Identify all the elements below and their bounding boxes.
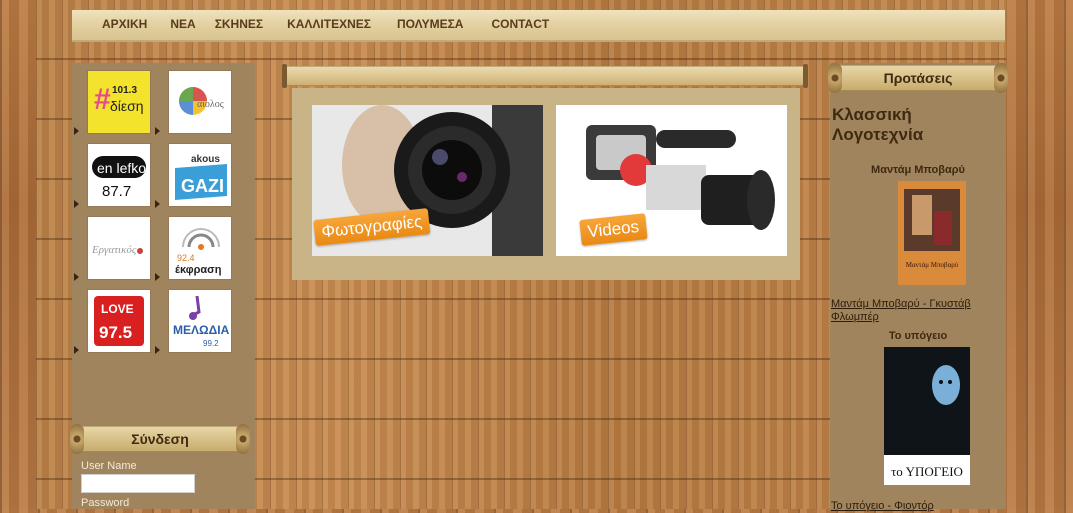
radio-logo-enlefko[interactable]: en lefko 87.7	[88, 144, 150, 206]
diesi-logo-icon: # 101.3 δίεση	[94, 83, 144, 116]
love-radio-logo-icon: LOVE 97.5	[94, 296, 144, 346]
nav-item-home[interactable]: ΑΡΧΙΚΗ	[102, 17, 147, 31]
arrow-icon	[155, 127, 160, 135]
radio-logo-gazi[interactable]: akous GAZI	[169, 144, 231, 206]
svg-text:97.5: 97.5	[99, 323, 132, 342]
login-title: Σύνδεση	[131, 431, 189, 447]
svg-text:GAZI: GAZI	[181, 176, 224, 196]
username-input[interactable]	[81, 474, 195, 493]
svg-text:Εργατικός: Εργατικός	[91, 244, 137, 256]
book-cover-ypogeio-icon: το ΥΠΟΓΕΙΟ	[884, 347, 970, 485]
svg-text:έκφραση: έκφραση	[175, 264, 222, 276]
username-label: User Name	[81, 460, 137, 472]
right-sidebar: Προτάσεις Κλασσική Λογοτεχνία Μαντάμ Μπο…	[828, 63, 1008, 512]
top-navigation: ΑΡΧΙΚΗ ΝΕΑ ΣΚΗΝΕΣ ΚΑΛΛΙΤΕΧΝΕΣ ΠΟΛΥΜΕΣΑ C…	[72, 10, 1005, 42]
radio-logo-love[interactable]: LOVE 97.5	[88, 290, 150, 352]
book-link-bovary[interactable]: Μαντάμ Μποβαρύ - Γκυστάβ Φλωμπέρ	[831, 298, 1005, 324]
svg-text:αιολος: αιολος	[197, 99, 224, 110]
nav-item-multimedia[interactable]: ΠΟΛΥΜΕΣΑ	[397, 17, 463, 31]
arrow-icon	[74, 127, 79, 135]
arrow-icon	[74, 200, 79, 208]
aiolos-logo-icon: αιολος	[179, 87, 224, 115]
arrow-icon	[155, 273, 160, 281]
svg-text:en lefko: en lefko	[97, 160, 146, 176]
nav-menu: ΑΡΧΙΚΗ ΝΕΑ ΣΚΗΝΕΣ ΚΑΛΛΙΤΕΧΝΕΣ ΠΟΛΥΜΕΣΑ C…	[102, 17, 549, 31]
nav-item-contact[interactable]: CONTACT	[491, 17, 549, 31]
svg-text:87.7: 87.7	[102, 183, 131, 200]
arrow-icon	[155, 346, 160, 354]
melodia-logo-icon: ΜΕΛΩΔΙΑ 99.2	[173, 295, 230, 348]
arrow-icon	[155, 200, 160, 208]
book-cover-ypogeio[interactable]: το ΥΠΟΓΕΙΟ	[884, 347, 970, 485]
svg-text:Μαντάμ Μποβαρύ: Μαντάμ Μποβαρύ	[906, 261, 959, 269]
gazi-logo-icon: akous GAZI	[175, 154, 227, 200]
svg-text:99.2: 99.2	[203, 339, 219, 348]
radio-logo-ergatikos[interactable]: Εργατικός	[88, 217, 150, 279]
suggestions-heading: Κλασσική Λογοτεχνία	[832, 105, 924, 144]
suggestions-title: Προτάσεις	[883, 70, 953, 86]
scroll-rod-icon	[282, 64, 287, 88]
ergatikos-logo-icon: Εργατικός	[91, 244, 143, 256]
svg-text:ΜΕΛΩΔΙΑ: ΜΕΛΩΔΙΑ	[173, 323, 230, 337]
book-title: Το υπόγειο	[888, 330, 948, 342]
videos-card[interactable]: Videos	[556, 105, 787, 256]
photos-card[interactable]: Φωτογραφίες	[312, 105, 543, 256]
svg-text:δίεση: δίεση	[110, 98, 144, 114]
left-sidebar: # 101.3 δίεση αιολος en lefko 87.7 akous…	[70, 63, 255, 509]
radio-logo-aiolos[interactable]: αιολος	[169, 71, 231, 133]
book-cover-bovary[interactable]: Μαντάμ Μποβαρύ	[898, 181, 966, 285]
suggestions-banner: Προτάσεις	[828, 63, 1008, 93]
svg-text:akous: akous	[191, 154, 220, 165]
svg-text:92.4: 92.4	[177, 253, 195, 263]
radio-logo-diesi[interactable]: # 101.3 δίεση	[88, 71, 150, 133]
svg-text:LOVE: LOVE	[101, 302, 134, 316]
scroll-rod-icon	[803, 64, 808, 88]
svg-text:101.3: 101.3	[112, 85, 137, 96]
ekfrasi-logo-icon: 92.4 έκφραση	[175, 228, 222, 276]
book-title: Μαντάμ Μποβαρύ	[871, 164, 965, 176]
radio-logo-ekfrasi[interactable]: 92.4 έκφραση	[169, 217, 231, 279]
nav-item-news[interactable]: ΝΕΑ	[170, 17, 195, 31]
nav-item-artists[interactable]: ΚΑΛΛΙΤΕΧΝΕΣ	[287, 17, 371, 31]
arrow-icon	[74, 273, 79, 281]
nav-item-scenes[interactable]: ΣΚΗΝΕΣ	[215, 17, 263, 31]
radio-logo-melodia[interactable]: ΜΕΛΩΔΙΑ 99.2	[169, 290, 231, 352]
svg-text:το ΥΠΟΓΕΙΟ: το ΥΠΟΓΕΙΟ	[891, 464, 963, 479]
svg-text:#: #	[94, 83, 111, 116]
enlefko-logo-icon: en lefko 87.7	[92, 156, 146, 200]
password-label: Password	[81, 497, 130, 509]
book-cover-bovary-icon: Μαντάμ Μποβαρύ	[898, 181, 966, 285]
book-link-ypogeio[interactable]: Το υπόγειο - Φιοντόρ	[831, 500, 1005, 513]
login-banner: Σύνδεση	[70, 424, 250, 454]
center-scroll-banner	[282, 64, 808, 88]
media-panel: Φωτογραφίες Videos	[292, 88, 800, 280]
arrow-icon	[74, 346, 79, 354]
